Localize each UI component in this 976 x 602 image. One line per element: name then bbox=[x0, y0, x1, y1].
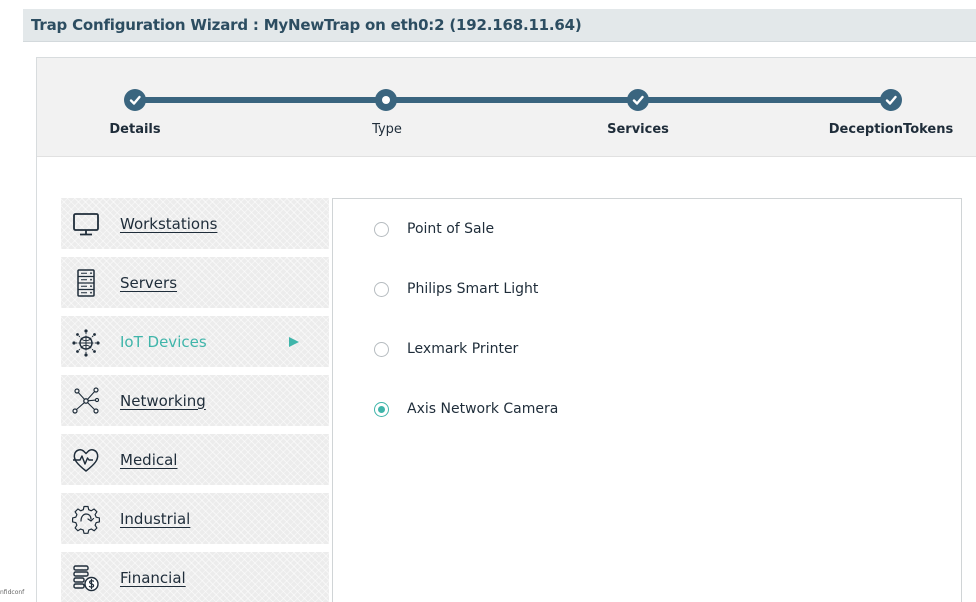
option-label: Point of Sale bbox=[407, 221, 495, 237]
coins-icon bbox=[71, 563, 101, 593]
radio-button[interactable] bbox=[374, 281, 389, 297]
option-label: Philips Smart Light bbox=[407, 281, 539, 297]
radio-button[interactable] bbox=[374, 221, 389, 237]
category-label: Industrial bbox=[120, 509, 191, 528]
wizard-stepper: Details Type Services DeceptionTokens bbox=[37, 58, 976, 157]
step-type-current-icon[interactable] bbox=[375, 89, 397, 111]
category-label: Medical bbox=[120, 450, 178, 469]
step-label-details[interactable]: Details bbox=[109, 122, 160, 137]
radio-button[interactable] bbox=[374, 341, 389, 357]
heart-pulse-icon bbox=[71, 445, 101, 475]
option-point-of-sale[interactable]: Point of Sale bbox=[374, 218, 494, 240]
step-label-type[interactable]: Type bbox=[372, 122, 402, 137]
option-axis-network-camera[interactable]: Axis Network Camera bbox=[374, 398, 558, 420]
step-label-services[interactable]: Services bbox=[607, 122, 669, 137]
category-label: IoT Devices bbox=[120, 332, 207, 351]
step-services-check-icon[interactable] bbox=[627, 89, 649, 111]
option-label: Axis Network Camera bbox=[407, 401, 559, 417]
category-financial[interactable]: Financial bbox=[61, 552, 329, 602]
step-details-check-icon[interactable] bbox=[124, 89, 146, 111]
category-label: Financial bbox=[120, 568, 186, 587]
category-industrial[interactable]: Industrial bbox=[61, 493, 329, 544]
network-nodes-icon bbox=[71, 386, 101, 416]
category-label: Servers bbox=[120, 273, 178, 292]
category-iot-devices[interactable]: IoT Devices bbox=[61, 316, 329, 367]
device-type-panel: Point of Sale Philips Smart Light Lexmar… bbox=[332, 198, 962, 602]
step-deceptiontokens-check-icon[interactable] bbox=[880, 89, 902, 111]
step-label-deceptiontokens[interactable]: DeceptionTokens bbox=[829, 122, 953, 137]
category-label: Workstations bbox=[120, 214, 218, 233]
server-rack-icon bbox=[71, 268, 101, 298]
radio-button-selected[interactable] bbox=[374, 401, 389, 417]
category-workstations[interactable]: Workstations bbox=[61, 198, 329, 249]
category-medical[interactable]: Medical bbox=[61, 434, 329, 485]
gear-icon bbox=[71, 504, 101, 534]
monitor-icon bbox=[71, 209, 101, 239]
category-networking[interactable]: Networking bbox=[61, 375, 329, 426]
category-label: Networking bbox=[120, 391, 206, 410]
category-servers[interactable]: Servers bbox=[61, 257, 329, 308]
corner-text: nfidconf bbox=[0, 589, 25, 596]
wizard-panel: Details Type Services DeceptionTokens Wo… bbox=[36, 57, 976, 602]
stepper-progress-line bbox=[135, 97, 891, 103]
wizard-title-bar: Trap Configuration Wizard : MyNewTrap on… bbox=[23, 9, 976, 42]
option-lexmark-printer[interactable]: Lexmark Printer bbox=[374, 338, 518, 360]
iot-globe-icon bbox=[71, 327, 101, 357]
active-arrow-icon bbox=[289, 336, 299, 347]
option-label: Lexmark Printer bbox=[407, 341, 519, 357]
option-philips-smart-light[interactable]: Philips Smart Light bbox=[374, 278, 538, 300]
page-title: Trap Configuration Wizard : MyNewTrap on… bbox=[31, 16, 582, 34]
